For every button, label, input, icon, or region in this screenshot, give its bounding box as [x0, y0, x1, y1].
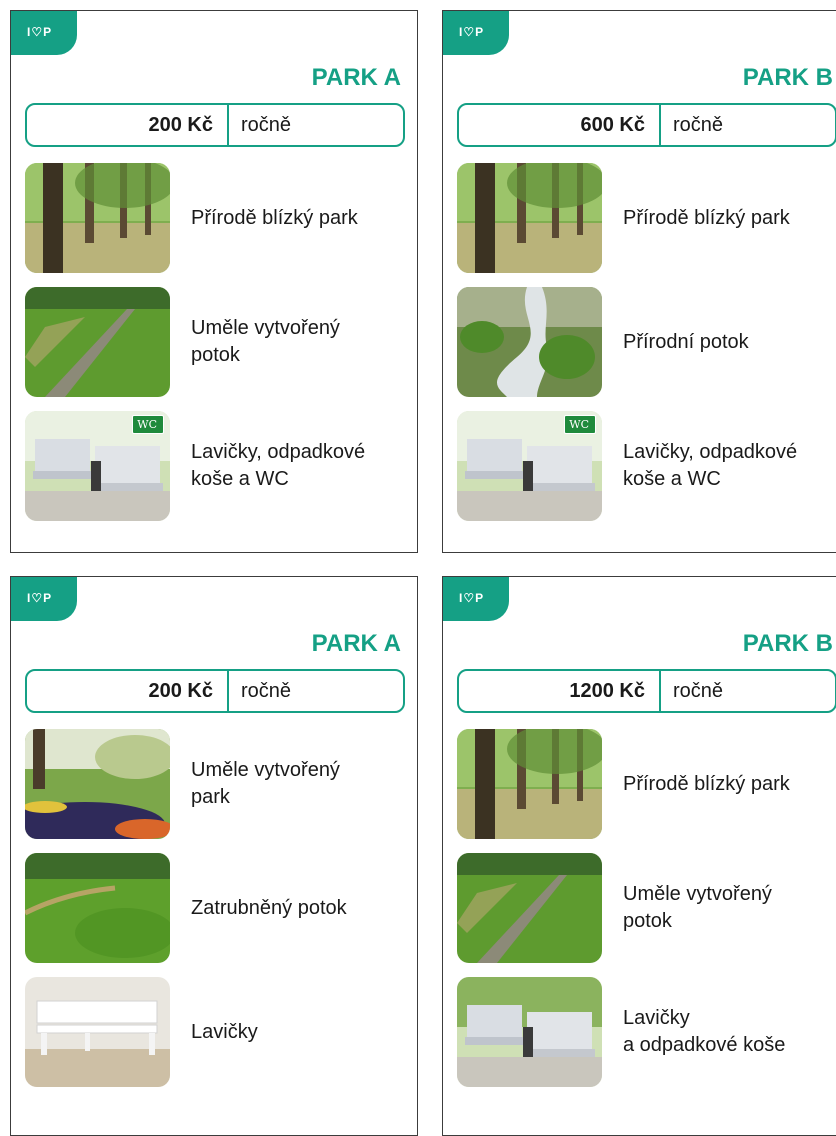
- iop-logo: I♡P: [11, 11, 77, 55]
- park-card-top-left: I♡P PARK A 200 Kč ročně Přírodě blízký p…: [10, 10, 418, 553]
- feature-label: Přírodě blízký park: [623, 772, 790, 795]
- feature-item: Přírodě blízký park: [25, 163, 417, 273]
- feature-label: Přírodě blízký park: [191, 206, 358, 229]
- park-card-bottom-right: I♡P PARK B 1200 Kč ročně Přírodě blízký …: [442, 576, 836, 1136]
- price-unit: ročně: [673, 113, 724, 136]
- benches-wc-image: WC: [457, 411, 602, 521]
- logo-heart-icon: ♡: [463, 25, 476, 39]
- park-title: PARK B: [742, 630, 833, 657]
- park-title: PARK A: [311, 64, 401, 91]
- price-value: 200 Kč: [27, 105, 229, 145]
- feature-item: Zatrubněný potok: [25, 853, 417, 963]
- price-box: 1200 Kč ročně: [457, 669, 836, 713]
- feature-label: Uměle vytvořený park: [191, 759, 340, 808]
- price-box: 600 Kč ročně: [457, 103, 836, 147]
- feature-item: Lavičky a odpadkové koše: [457, 977, 836, 1087]
- price-unit: ročně: [241, 113, 292, 136]
- feature-label: Lavičky, odpadkové koše a WC: [191, 441, 366, 490]
- park-card-bottom-left: I♡P PARK A 200 Kč ročně Uměle vytvořený …: [10, 576, 418, 1136]
- iop-logo: I♡P: [443, 577, 509, 621]
- concrete-channel-image: [25, 287, 170, 397]
- grass-field-image: [25, 853, 170, 963]
- wc-sign: WC: [132, 415, 164, 434]
- iop-logo: I♡P: [11, 577, 77, 621]
- price-value: 600 Kč: [459, 105, 661, 145]
- concrete-channel-image: [457, 853, 602, 963]
- price-box: 200 Kč ročně: [25, 669, 405, 713]
- feature-item: Uměle vytvořený potok: [457, 853, 836, 963]
- benches-wc-image: WC: [25, 411, 170, 521]
- feature-item: Lavičky: [25, 977, 417, 1087]
- feature-item: WC Lavičky, odpadkové koše a WC: [25, 411, 417, 521]
- iop-logo: I♡P: [443, 11, 509, 55]
- benches-image: [457, 977, 602, 1087]
- flower-beds-image: [25, 729, 170, 839]
- logo-heart-icon: ♡: [31, 591, 44, 605]
- feature-item: Uměle vytvořený potok: [25, 287, 417, 397]
- price-value: 200 Kč: [27, 671, 229, 711]
- price-unit: ročně: [241, 679, 292, 702]
- feature-item: WC Lavičky, odpadkové koše a WC: [457, 411, 836, 521]
- feature-label: Přírodě blízký park: [623, 206, 790, 229]
- feature-label: Zatrubněný potok: [191, 896, 347, 919]
- logo-heart-icon: ♡: [31, 25, 44, 39]
- price-value: 1200 Kč: [459, 671, 661, 711]
- feature-label: Uměle vytvořený potok: [623, 883, 772, 932]
- trees-park-image: [457, 163, 602, 273]
- logo-heart-icon: ♡: [463, 591, 476, 605]
- feature-label: Přírodní potok: [623, 330, 749, 353]
- trees-park-image: [25, 163, 170, 273]
- feature-item: Přírodě blízký park: [457, 163, 836, 273]
- feature-item: Uměle vytvořený park: [25, 729, 417, 839]
- park-title: PARK A: [311, 630, 401, 657]
- park-card-top-right: I♡P PARK B 600 Kč ročně Přírodě blízký p…: [442, 10, 836, 553]
- feature-item: Přírodě blízký park: [457, 729, 836, 839]
- feature-label: Lavičky a odpadkové koše: [623, 1007, 786, 1056]
- price-unit: ročně: [673, 679, 724, 702]
- trees-park-image: [457, 729, 602, 839]
- feature-label: Lavičky: [191, 1020, 258, 1043]
- park-title: PARK B: [742, 64, 833, 91]
- natural-stream-image: [457, 287, 602, 397]
- feature-item: Přírodní potok: [457, 287, 836, 397]
- white-bench-image: [25, 977, 170, 1087]
- feature-label: Uměle vytvořený potok: [191, 317, 340, 366]
- wc-sign: WC: [564, 415, 596, 434]
- price-box: 200 Kč ročně: [25, 103, 405, 147]
- feature-label: Lavičky, odpadkové koše a WC: [623, 441, 798, 490]
